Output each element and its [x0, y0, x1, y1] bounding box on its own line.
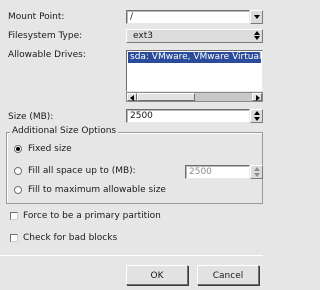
cancel-button[interactable]: Cancel [197, 265, 259, 285]
spin-down-icon [254, 117, 260, 121]
chevron-down-icon [254, 15, 260, 19]
size-value: 2500 [130, 111, 153, 121]
primary-checkbox-label[interactable]: Force to be a primary partition [23, 211, 161, 221]
fs-type-value: ext3 [133, 31, 153, 41]
scroll-right-button[interactable] [252, 93, 262, 101]
arrow-left-icon [130, 95, 134, 101]
drives-label: Allowable Drives: [8, 50, 86, 60]
size-options-title: Additional Size Options [10, 126, 119, 136]
radio-fill-up[interactable] [14, 167, 22, 175]
badblocks-checkbox-label[interactable]: Check for bad blocks [23, 233, 117, 243]
fill-up-input[interactable]: 2500 [185, 165, 250, 179]
arrow-right-icon [256, 95, 260, 101]
ok-button[interactable]: OK [126, 265, 188, 285]
radio-fill-max[interactable] [14, 186, 22, 194]
size-label: Size (MB): [8, 112, 54, 122]
fs-type-select[interactable]: ext3 [126, 29, 263, 43]
scroll-left-button[interactable] [127, 93, 137, 101]
drive-item-sda[interactable]: sda: VMware, VMware Virtual S [128, 52, 261, 63]
fill-up-spin-button[interactable] [250, 165, 263, 179]
ok-button-label: OK [150, 271, 164, 281]
spin-down-icon [254, 173, 260, 177]
scroll-thumb[interactable] [137, 93, 195, 101]
mount-point-combo[interactable]: / [126, 10, 250, 24]
badblocks-checkbox[interactable] [10, 234, 18, 242]
drives-list[interactable]: sda: VMware, VMware Virtual S [126, 50, 263, 92]
size-input[interactable]: 2500 [126, 109, 250, 123]
mount-point-value: / [130, 12, 134, 22]
radio-fixed-label[interactable]: Fixed size [28, 144, 72, 154]
fs-type-label: Filesystem Type: [8, 31, 83, 41]
drives-scrollbar[interactable] [126, 92, 263, 102]
radio-fill-up-label[interactable]: Fill all space up to (MB): [28, 166, 136, 176]
fill-up-value: 2500 [189, 167, 212, 177]
size-spin-button[interactable] [250, 109, 263, 123]
spin-up-icon [254, 167, 260, 171]
spin-up-icon [254, 111, 260, 115]
cancel-button-label: Cancel [212, 271, 244, 281]
primary-checkbox[interactable] [10, 212, 18, 220]
mount-point-dropdown-button[interactable] [250, 10, 263, 24]
radio-fill-max-label[interactable]: Fill to maximum allowable size [28, 185, 166, 195]
separator [0, 255, 263, 256]
radio-fixed[interactable] [14, 145, 22, 153]
mount-point-label: Mount Point: [8, 12, 65, 22]
